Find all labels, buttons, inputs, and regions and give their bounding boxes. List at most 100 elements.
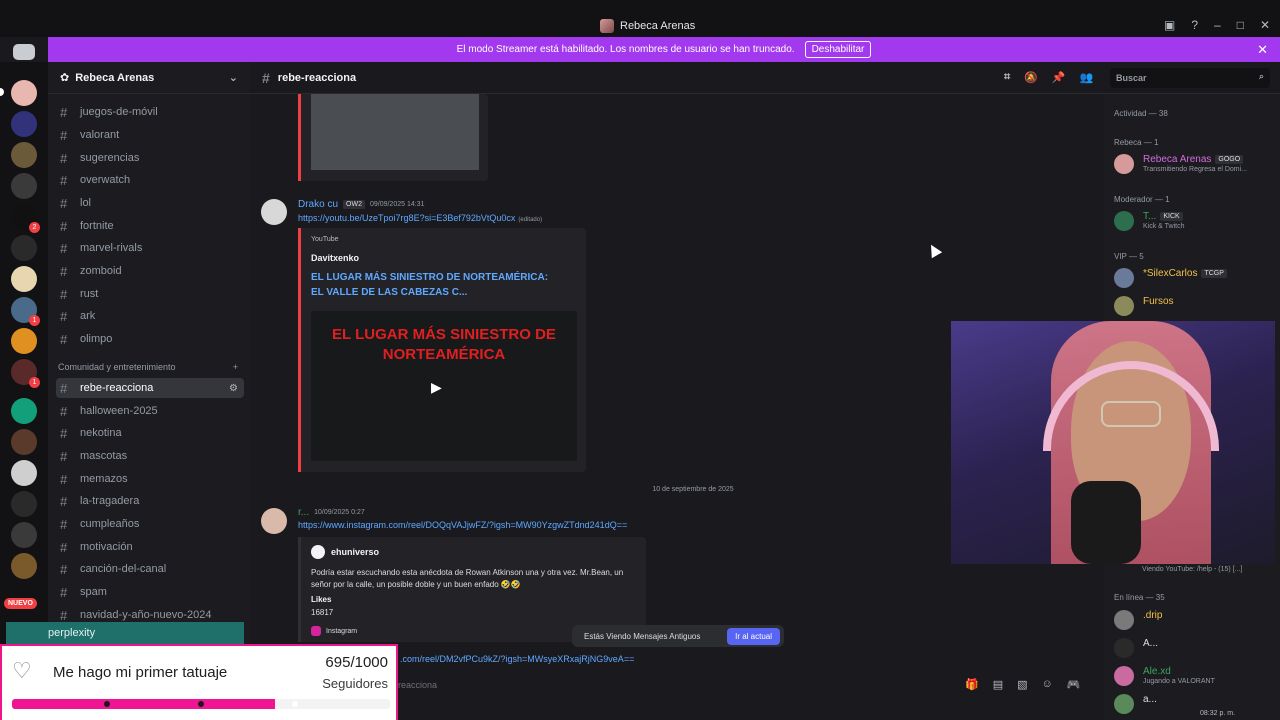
plus-icon[interactable]: + xyxy=(233,362,238,372)
channel-item[interactable]: # lol xyxy=(56,193,244,213)
header-icons: ⌗ 🔕 📌 👥 xyxy=(1004,71,1093,84)
youtube-embed: YouTube Davitxenko EL LUGAR MÁS SINIESTR… xyxy=(298,228,586,472)
message-link[interactable]: https://youtu.be/UzeTpoi7rg8E?si=E3Bef79… xyxy=(298,213,542,223)
server-icon[interactable] xyxy=(11,491,37,517)
channel-item[interactable]: # la-tragadera xyxy=(56,491,244,511)
server-icon[interactable]: 1 xyxy=(11,359,40,388)
threads-icon[interactable]: ⌗ xyxy=(1004,71,1010,84)
embed-author[interactable]: Davitxenko xyxy=(311,253,359,263)
embed-thumbnail[interactable] xyxy=(311,94,479,170)
channel-item[interactable]: # canción-del-canal xyxy=(56,559,244,579)
channel-item[interactable]: # nekotina xyxy=(56,423,244,443)
server-icon[interactable] xyxy=(11,111,37,137)
message-header: r... 10/09/2025 0:27 xyxy=(298,507,365,518)
category-header[interactable]: Comunidad y entretenimiento + xyxy=(58,362,238,372)
emoji-icon[interactable]: ☺ xyxy=(1042,678,1053,691)
chevron-down-icon[interactable]: ⌄ xyxy=(229,71,238,84)
member-item[interactable]: .drip xyxy=(1114,608,1274,634)
server-icon[interactable] xyxy=(11,173,37,199)
channel-item[interactable]: # juegos-de-móvil xyxy=(56,102,244,122)
server-icon[interactable] xyxy=(11,429,37,455)
server-icon[interactable] xyxy=(11,460,37,486)
member-tag: TCGP xyxy=(1201,269,1227,278)
play-icon[interactable]: ▶ xyxy=(431,379,457,397)
sticker-icon[interactable]: ▧ xyxy=(1017,678,1027,691)
channel-item[interactable]: # marvel-rivals xyxy=(56,238,244,258)
minimize-icon[interactable]: – xyxy=(1214,18,1221,32)
channel-item[interactable]: # ark xyxy=(56,306,244,326)
gif-icon[interactable]: ▤ xyxy=(993,678,1003,691)
channel-item[interactable]: # halloween-2025 xyxy=(56,401,244,421)
channel-item[interactable]: # fortnite xyxy=(56,216,244,236)
likes-value: 16817 xyxy=(311,608,334,617)
help-icon[interactable]: ? xyxy=(1191,18,1198,32)
microphone xyxy=(1071,481,1141,564)
search-input[interactable]: Buscar ⌕ xyxy=(1110,68,1270,88)
discord-logo-icon[interactable] xyxy=(13,44,35,60)
member-item[interactable]: *SilexCarlos TCGP xyxy=(1114,266,1274,292)
channel-item[interactable]: # mascotas xyxy=(56,446,244,466)
embed-title[interactable]: EL LUGAR MÁS SINIESTRO DE NORTEAMÉRICA: … xyxy=(311,270,561,300)
channel-item[interactable]: # valorant xyxy=(56,125,244,145)
author-name[interactable]: Drako cu xyxy=(298,199,338,210)
apps-icon[interactable]: 🎮 xyxy=(1067,678,1081,691)
channel-item-active[interactable]: # rebe-reacciona ⚙ xyxy=(56,378,244,398)
channel-item[interactable]: # sugerencias xyxy=(56,148,244,168)
channel-item[interactable]: # zomboid xyxy=(56,261,244,281)
member-item[interactable]: Fursos xyxy=(1114,294,1274,320)
server-icon[interactable]: 1 xyxy=(11,297,40,326)
channel-item[interactable]: # cumpleaños xyxy=(56,514,244,534)
server-icon[interactable] xyxy=(11,266,37,292)
message-link[interactable]: .com/reel/DM2vfPCu9kZ/?igsh=MWsyeXRxajRj… xyxy=(400,654,634,664)
server-icon[interactable] xyxy=(11,142,37,168)
server-icon[interactable] xyxy=(11,522,37,548)
guild-header[interactable]: ✿ Rebeca Arenas ⌄ xyxy=(48,62,250,94)
server-icon[interactable] xyxy=(11,235,37,261)
channel-item[interactable]: # spam xyxy=(56,582,244,602)
members-icon[interactable]: 👥 xyxy=(1080,71,1094,84)
goal-progress-bar xyxy=(12,699,390,709)
activity-header[interactable]: Actividad — 38 xyxy=(1114,109,1168,118)
pin-icon[interactable]: 📌 xyxy=(1052,71,1066,84)
server-icon[interactable] xyxy=(11,553,37,579)
server-icon[interactable]: 2 xyxy=(11,204,40,233)
perplexity-overlay[interactable]: perplexity xyxy=(6,622,244,644)
avatar[interactable] xyxy=(261,199,287,225)
member-item[interactable]: A... xyxy=(1114,636,1274,662)
activity-count: Actividad — 38 xyxy=(1114,109,1168,118)
channel-item[interactable]: # olimpo xyxy=(56,329,244,349)
glasses xyxy=(1101,401,1161,427)
message-header: Drako cu OW2 09/09/2025 14:31 xyxy=(298,199,424,210)
inbox-icon[interactable]: ▣ xyxy=(1164,18,1175,32)
message-link[interactable]: https://www.instagram.com/reel/DOQqVAJjw… xyxy=(298,520,627,530)
member-item[interactable]: Rebeca Arenas GOGO Transmitiendo Regresa … xyxy=(1114,152,1274,178)
embed-author-name[interactable]: ehuniverso xyxy=(331,547,379,557)
guild-name: Rebeca Arenas xyxy=(75,71,155,84)
author-name[interactable]: r... xyxy=(298,507,309,518)
mute-icon[interactable]: 🔕 xyxy=(1024,71,1038,84)
channel-item[interactable]: # motivación xyxy=(56,537,244,557)
maximize-icon[interactable]: □ xyxy=(1237,18,1244,32)
channel-settings-icon[interactable]: ⚙ xyxy=(229,383,238,394)
server-icon[interactable] xyxy=(11,328,37,354)
member-item[interactable]: Ale.xd Jugando a VALORANT xyxy=(1114,664,1274,690)
embed-author[interactable]: ehuniverso xyxy=(311,545,379,559)
close-banner-icon[interactable]: ✕ xyxy=(1257,42,1268,58)
server-icon[interactable] xyxy=(11,398,37,424)
disable-streamer-button[interactable]: Deshabilitar xyxy=(804,41,872,58)
channel-item[interactable]: # rust xyxy=(56,284,244,304)
member-item[interactable]: T... KICK Kick & Twitch xyxy=(1114,209,1274,235)
channel-item[interactable]: # memazos xyxy=(56,469,244,489)
video-thumbnail[interactable]: EL LUGAR MÁS SINIESTRO DE NORTEAMÉRICA ▶ xyxy=(311,311,577,461)
gift-icon[interactable]: 🎁 xyxy=(965,678,979,691)
jump-to-present-button[interactable]: Ir al actual xyxy=(727,627,780,645)
close-icon[interactable]: ✕ xyxy=(1260,18,1270,32)
embed-provider[interactable]: YouTube xyxy=(311,236,339,243)
avatar xyxy=(1114,666,1134,686)
member-item[interactable]: a... xyxy=(1114,692,1274,718)
avatar[interactable] xyxy=(261,508,287,534)
channel-header: # rebe-reacciona ⌗ 🔕 📌 👥 Buscar ⌕ xyxy=(250,62,1280,94)
channel-item[interactable]: # overwatch xyxy=(56,170,244,190)
link-text[interactable]: https://youtu.be/UzeTpoi7rg8E?si=E3Bef79… xyxy=(298,213,515,223)
server-icon[interactable] xyxy=(11,80,37,106)
